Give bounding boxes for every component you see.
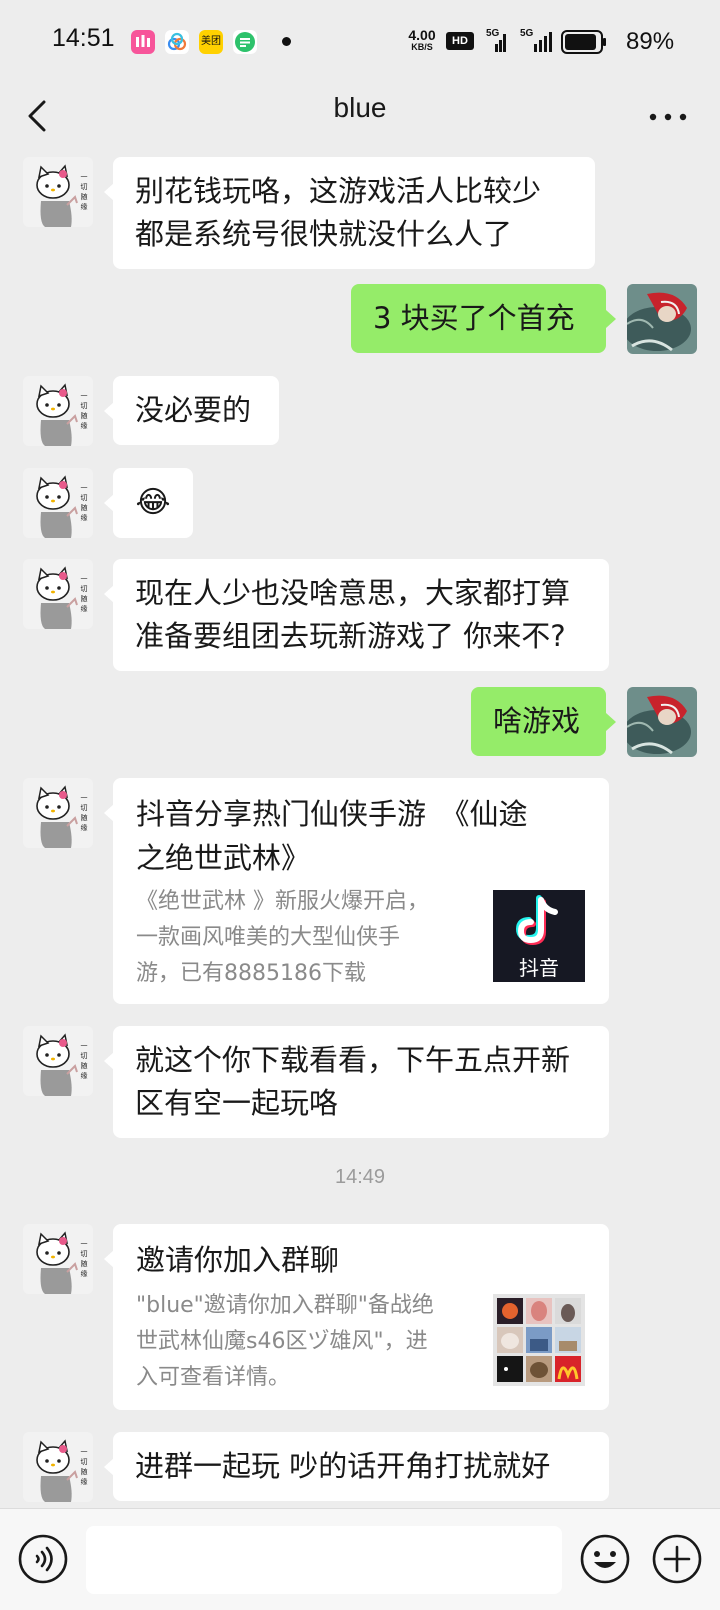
message-bubble[interactable]: 3 块买了个首充: [351, 284, 606, 353]
cloud-app-icon: [165, 30, 189, 54]
smiley-icon: [580, 1534, 630, 1584]
signal-icon: [495, 34, 506, 52]
voice-input-button[interactable]: [16, 1532, 70, 1586]
message-text: 3 块买了个首充: [373, 301, 575, 335]
notification-dot: [282, 37, 291, 46]
message-text: 区有空一起玩咯: [135, 1086, 339, 1120]
emoji-button[interactable]: [578, 1532, 632, 1586]
message-text: 进群一起玩 吵的话开角打扰就好: [135, 1449, 551, 1483]
contact-avatar[interactable]: [23, 468, 93, 538]
video-app-icon: [131, 30, 155, 54]
back-button[interactable]: [18, 90, 70, 142]
invite-card-title: 邀请你加入群聊: [136, 1243, 340, 1277]
message-text: 没必要的: [135, 393, 252, 427]
contact-avatar[interactable]: [23, 1224, 93, 1294]
message-bubble[interactable]: 没必要的: [113, 376, 279, 445]
invite-card-description: "blue"邀请你加入群聊"备战绝 世武林仙魔s46区ヅ雄风"，进 入可查看详情…: [136, 1293, 434, 1390]
group-invite-card[interactable]: 邀请你加入群聊 "blue"邀请你加入群聊"备战绝 世武林仙魔s46区ヅ雄风"，…: [113, 1224, 609, 1410]
message-text: 准备要组团去玩新游戏了 你来不?: [135, 619, 566, 653]
laughing-emoji-icon: 😂: [135, 485, 171, 520]
message-text: 别花钱玩咯，这游戏活人比较少: [135, 174, 542, 208]
douyin-logo-icon: 抖音: [493, 890, 585, 982]
my-avatar[interactable]: [627, 687, 697, 757]
more-icon: [649, 113, 687, 121]
my-avatar[interactable]: [627, 284, 697, 354]
contact-avatar[interactable]: [23, 1026, 93, 1096]
message-bubble[interactable]: 进群一起玩 吵的话开角打扰就好: [113, 1432, 609, 1501]
message-input[interactable]: [86, 1526, 562, 1594]
voice-icon: [18, 1534, 68, 1584]
message-bubble[interactable]: 😂: [113, 468, 193, 538]
contact-avatar[interactable]: [23, 778, 93, 848]
message-text: 都是系统号很快就没什么人了: [135, 217, 513, 251]
message-text: 现在人少也没啥意思，大家都打算: [135, 576, 571, 610]
chat-title: blue: [333, 92, 387, 123]
title-bar: blue: [0, 80, 720, 152]
contact-avatar[interactable]: [23, 1432, 93, 1502]
message-bubble[interactable]: 啥游戏: [471, 687, 606, 756]
share-card-title: 抖音分享热门仙侠手游 《仙途 之绝世武林》: [136, 797, 528, 875]
share-card-description: 《绝世武林 》新服火爆开启， 一款画风唯美的大型仙侠手 游，已有8885186下…: [136, 889, 429, 986]
message-text: 就这个你下载看看，下午五点开新: [135, 1043, 571, 1077]
message-timestamp: 14:49: [334, 1166, 386, 1188]
input-bar: [0, 1508, 720, 1610]
more-functions-button[interactable]: [650, 1532, 704, 1586]
network-speed: 4.00 KB/S: [408, 27, 436, 52]
contact-avatar[interactable]: [23, 559, 93, 629]
battery-icon: [561, 30, 606, 54]
status-time: 14:51: [52, 24, 115, 52]
more-options-button[interactable]: [640, 92, 696, 140]
message-list[interactable]: 一 切 随 缘 别花钱玩咯，这游戏活人比较少 都是系统号很快就没什么人了 3 块…: [0, 152, 720, 1508]
message-app-icon: [233, 30, 257, 54]
group-avatar-grid: [493, 1294, 585, 1386]
chevron-left-icon: [28, 100, 46, 132]
hd-voice-badge: HD: [446, 32, 474, 50]
plus-icon: [652, 1534, 702, 1584]
share-card[interactable]: 抖音分享热门仙侠手游 《仙途 之绝世武林》 《绝世武林 》新服火爆开启， 一款画…: [113, 778, 609, 1004]
message-text: 啥游戏: [493, 704, 581, 738]
message-bubble[interactable]: 别花钱玩咯，这游戏活人比较少 都是系统号很快就没什么人了: [113, 157, 595, 269]
battery-percent: 89%: [626, 28, 675, 55]
message-bubble[interactable]: 就这个你下载看看，下午五点开新 区有空一起玩咯: [113, 1026, 609, 1138]
contact-avatar[interactable]: [23, 157, 93, 227]
meituan-icon: 美团: [199, 30, 223, 54]
message-bubble[interactable]: 现在人少也没啥意思，大家都打算 准备要组团去玩新游戏了 你来不?: [113, 559, 609, 671]
status-bar: 14:51 美团 4.00 KB/S HD 5G 5G 89%: [0, 0, 720, 80]
signal-icon: [534, 32, 552, 52]
contact-avatar[interactable]: [23, 376, 93, 446]
douyin-logo-label: 抖音: [519, 956, 559, 980]
